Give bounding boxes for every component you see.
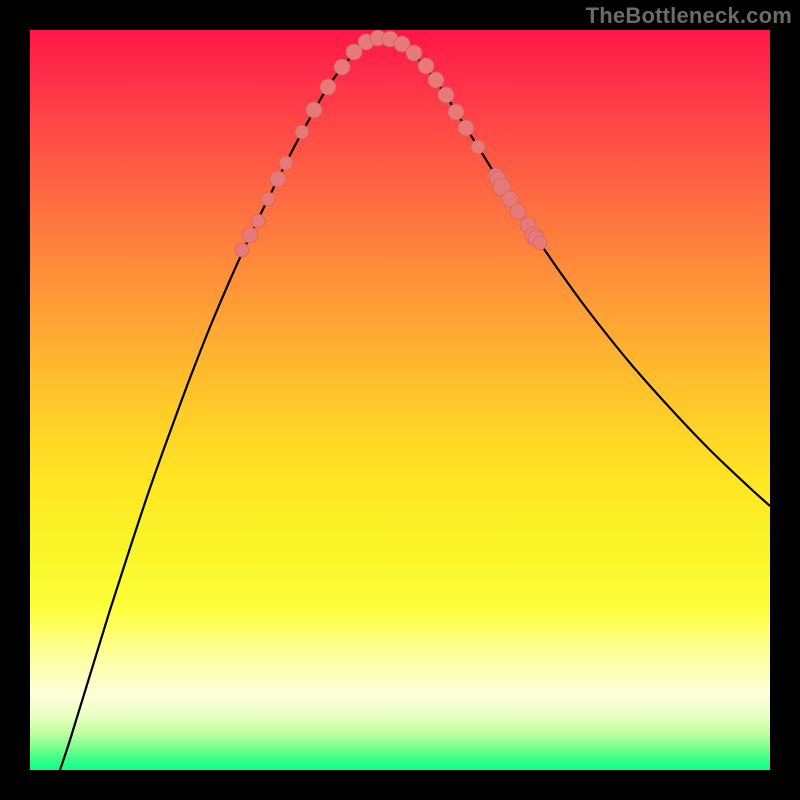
data-marker: [251, 214, 265, 228]
data-marker: [242, 227, 258, 243]
data-marker: [261, 192, 275, 206]
data-markers: [235, 30, 547, 257]
data-marker: [438, 87, 454, 103]
data-marker: [320, 79, 336, 95]
chart-frame: TheBottleneck.com: [0, 0, 800, 800]
data-marker: [334, 59, 350, 75]
data-marker: [235, 243, 249, 257]
data-marker: [406, 45, 422, 61]
data-marker: [533, 236, 547, 250]
data-marker: [306, 102, 322, 118]
data-marker: [448, 104, 464, 120]
data-marker: [471, 140, 485, 154]
data-marker: [270, 171, 286, 187]
data-marker: [510, 204, 526, 220]
watermark-text: TheBottleneck.com: [586, 3, 792, 29]
data-marker: [295, 125, 309, 139]
bottleneck-curve: [60, 37, 770, 770]
data-marker: [428, 72, 444, 88]
plot-area: [30, 30, 770, 770]
data-marker: [418, 58, 434, 74]
data-marker: [458, 120, 474, 136]
data-marker: [279, 156, 293, 170]
chart-svg: [30, 30, 770, 770]
